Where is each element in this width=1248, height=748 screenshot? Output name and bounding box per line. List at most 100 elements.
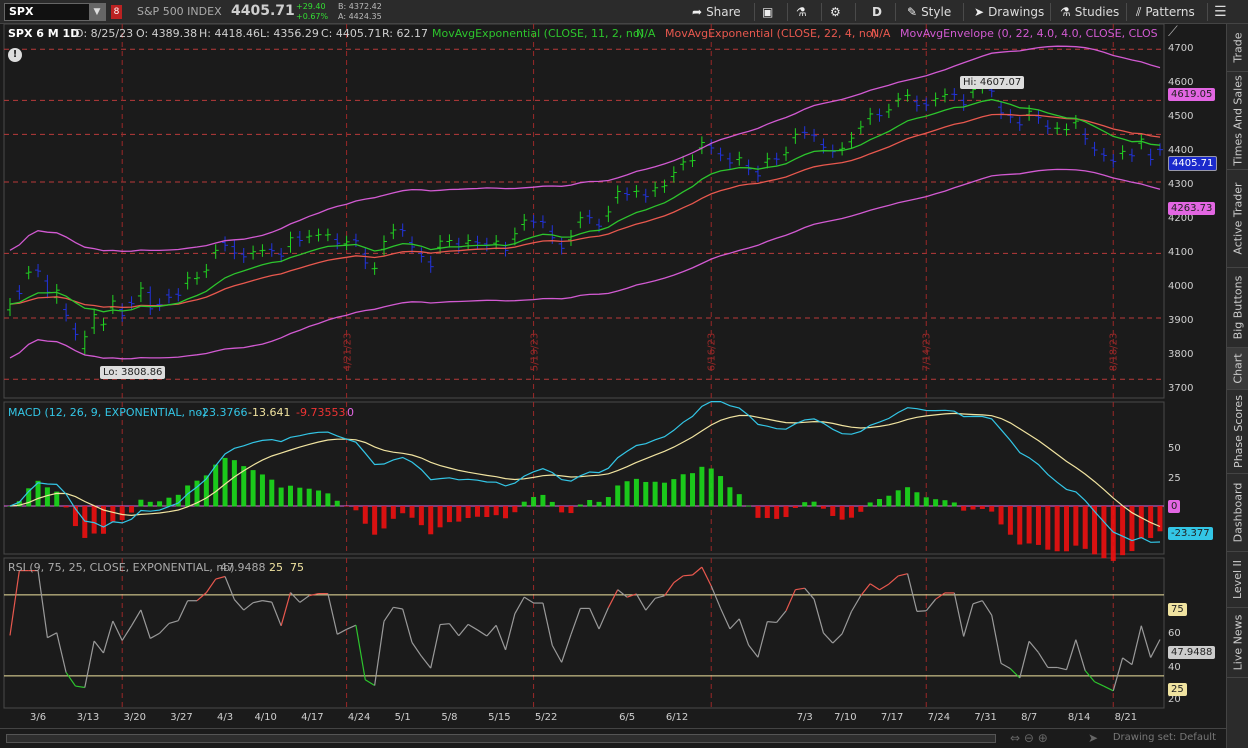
- horizontal-scrollbar[interactable]: [6, 734, 996, 743]
- tab-label: Phase Scores: [1231, 395, 1245, 468]
- macd-histogram-bar: [886, 495, 892, 507]
- macd-histogram-bar: [615, 485, 621, 507]
- macd-histogram-bar: [820, 506, 826, 509]
- macd-histogram-bar: [1073, 506, 1079, 546]
- tab-dashboard[interactable]: Dashboard: [1227, 474, 1248, 552]
- envelope-legend[interactable]: MovAvgEnvelope (0, 22, 4.0, 4.0, CLOSE, …: [900, 27, 1158, 41]
- settings-button[interactable]: ⚙: [830, 3, 845, 21]
- price-axis-label: 4600: [1168, 77, 1194, 89]
- tab-chart[interactable]: Chart: [1227, 348, 1248, 390]
- tab-times-and-sales[interactable]: Times And Sales: [1227, 72, 1248, 170]
- rsi-axis-40: 40: [1168, 662, 1181, 673]
- instrument-name: S&P 500 INDEX: [137, 5, 222, 18]
- rsi-segment: [598, 607, 609, 630]
- tab-trade[interactable]: Trade: [1227, 24, 1248, 72]
- rsi-segment: [785, 589, 796, 612]
- macd-pane[interactable]: [4, 401, 1164, 561]
- low-label: Lo: 3808.86: [100, 366, 166, 379]
- rsi-segment: [663, 582, 675, 597]
- rsi-segment: [112, 620, 123, 641]
- share-label: Share: [706, 5, 741, 19]
- macd-histogram-bar: [1035, 506, 1041, 545]
- price-pane[interactable]: [7, 45, 1163, 360]
- time-axis-label: 4/17: [301, 712, 324, 723]
- price-axis-label: 4000: [1168, 281, 1194, 293]
- macd-histogram-bar: [521, 501, 527, 507]
- patterns-button[interactable]: ⫽ Patterns: [1136, 3, 1195, 21]
- rsi-segment: [1112, 657, 1124, 691]
- studies-lab-button[interactable]: ⚗: [796, 3, 811, 21]
- macd-histogram-bar: [559, 506, 565, 513]
- macd-histogram-bar: [129, 506, 135, 513]
- macd-histogram-bar: [437, 506, 443, 528]
- period-button[interactable]: D: [872, 3, 882, 21]
- rsi-os-tag: 25: [1168, 683, 1187, 696]
- rsi-ob-tag: 75: [1168, 603, 1187, 616]
- expiration-date-label: 4/21/23: [341, 332, 353, 372]
- tab-active-trader[interactable]: Active Trader: [1227, 170, 1248, 268]
- net-change: +29.40: [296, 2, 326, 11]
- rsi-axis-60: 60: [1168, 628, 1181, 639]
- studies-button[interactable]: ⚗ Studies: [1060, 3, 1119, 21]
- rsi-legend[interactable]: RSI (9, 75, 25, CLOSE, EXPONENTIAL, no): [8, 561, 234, 575]
- drawing-set-label[interactable]: Drawing set: Default: [1113, 732, 1216, 743]
- rsi-segment: [440, 623, 450, 626]
- macd-histogram-bar: [746, 505, 752, 507]
- rsi-segment: [822, 632, 834, 644]
- rsi-segment: [280, 592, 292, 626]
- macd-histogram-bar: [671, 479, 677, 507]
- macd-histogram-bar: [540, 494, 546, 507]
- bar-range: R: 62.17: [382, 27, 428, 40]
- patterns-label: Patterns: [1145, 5, 1195, 19]
- rsi-segment: [869, 583, 880, 591]
- macd-histogram-bar: [353, 506, 359, 511]
- menu-button[interactable]: ☰: [1214, 3, 1227, 21]
- share-button[interactable]: ➦ Share: [692, 3, 741, 21]
- chart-canvas[interactable]: [0, 24, 1226, 728]
- time-axis-label: 6/5: [619, 712, 636, 723]
- tab-level-ii[interactable]: Level II: [1227, 552, 1248, 608]
- rsi-segment: [570, 608, 581, 635]
- link-group-badge[interactable]: 8: [111, 5, 122, 19]
- macd-histogram-bar: [456, 506, 462, 522]
- ema22-line: [9, 113, 1161, 309]
- macd-histogram-bar: [474, 506, 480, 517]
- rsi-pane[interactable]: [4, 566, 1164, 692]
- bar-close: C: 4405.71: [321, 27, 382, 40]
- tab-big-buttons[interactable]: Big Buttons: [1227, 268, 1248, 348]
- alert-icon[interactable]: !: [8, 48, 22, 62]
- ema22-legend[interactable]: MovAvgExponential (CLOSE, 22, 4, no): [665, 27, 877, 41]
- macd-histogram-bar: [1007, 506, 1013, 535]
- rsi-segment: [935, 592, 946, 600]
- macd-histogram-bar: [372, 506, 378, 535]
- macd-histogram-bar: [297, 487, 303, 507]
- macd-histogram-bar: [848, 506, 854, 518]
- flask-icon: ⚗: [796, 5, 807, 19]
- rsi-segment: [65, 672, 76, 687]
- macd-histogram-bar: [1064, 506, 1070, 552]
- flask-icon: ⚗: [1060, 5, 1071, 19]
- symbol-dropdown-icon[interactable]: ▼: [89, 4, 105, 20]
- ema11-legend[interactable]: MovAvgExponential (CLOSE, 11, 2, no): [432, 27, 644, 41]
- tab-phase-scores[interactable]: Phase Scores: [1227, 390, 1248, 474]
- time-axis-label: 7/3: [796, 712, 813, 723]
- rsi-segment: [402, 608, 413, 643]
- macd-histogram-bar: [1138, 506, 1144, 539]
- style-icon: ✎: [907, 5, 918, 19]
- macd-legend[interactable]: MACD (12, 26, 9, EXPONENTIAL, no): [8, 406, 207, 420]
- drawings-button[interactable]: ➤ Drawings: [974, 3, 1044, 21]
- rsi-segment: [748, 644, 759, 658]
- style-button[interactable]: ✎ Style: [907, 3, 951, 21]
- pointer-icon[interactable]: ➤: [1088, 731, 1098, 745]
- rsi-segment: [9, 570, 20, 636]
- rsi-segment: [832, 633, 843, 644]
- zoom-controls[interactable]: ⇔ ⊖ ⊕: [1010, 731, 1048, 745]
- tab-live-news[interactable]: Live News: [1227, 608, 1248, 678]
- rsi-segment: [411, 642, 422, 657]
- chart-id-label[interactable]: SPX 6 M 1D: [8, 27, 79, 41]
- rsi-segment: [953, 592, 965, 637]
- snapshot-button[interactable]: ▣: [762, 3, 777, 21]
- collapse-pane-icon[interactable]: ⟋: [1168, 25, 1178, 39]
- tab-label: Chart: [1231, 353, 1245, 384]
- macd-histogram-bar: [63, 506, 69, 508]
